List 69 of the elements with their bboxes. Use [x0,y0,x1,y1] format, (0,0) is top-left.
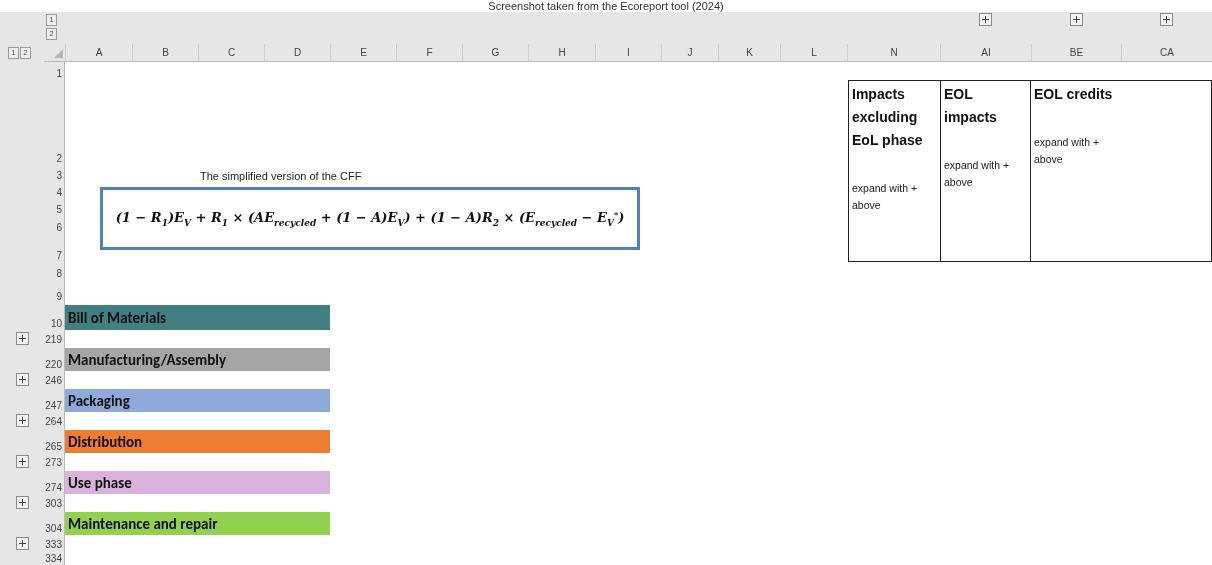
column-header[interactable]: J [661,44,718,62]
row-header[interactable]: 274 [44,469,65,494]
row-header[interactable]: 9 [44,280,65,303]
column-header[interactable]: E [330,44,396,62]
row-header[interactable]: 247 [44,387,65,412]
screenshot-caption: Screenshot taken from the Ecoreport tool (2024) [487,0,725,12]
plus-icon [18,457,26,465]
row-header[interactable]: 333 [44,535,65,551]
row-header[interactable]: 219 [44,330,65,346]
column-title: EOL impacts [944,85,998,127]
row-header[interactable]: 304 [44,510,65,535]
expand-column-group-button[interactable] [1160,13,1173,26]
row-header[interactable]: 3 [44,165,65,182]
row-header[interactable]: 4 [44,182,65,199]
row-header[interactable]: 220 [44,346,65,371]
row-header[interactable]: 246 [44,371,65,387]
column-header[interactable]: H [528,44,595,62]
column-header[interactable]: G [462,44,528,62]
row-header[interactable]: 303 [44,494,65,510]
section-header: Maintenance and repair [65,512,330,535]
row-header[interactable]: 2 [44,80,65,165]
plus-icon [982,16,989,23]
column-header[interactable]: N [847,44,940,62]
column-header[interactable]: AI [940,44,1031,62]
formula-box: (1 − R$_{1}$)E$_{V}$ + R$_{1}$ × (AE$_{recycled}$ + (1 − A)E$_{V}$) + (1 − A)R$_{2}$ × (E$_{recycled}$ − E$_{V}$$^{*}$) [100,187,640,250]
column-header[interactable]: D [264,44,330,62]
plus-icon [18,334,26,342]
column-header[interactable]: C [198,44,264,62]
row-header[interactable]: 265 [44,428,65,453]
hint-text: expand with + above [852,181,919,213]
plus-icon [18,375,26,383]
row-header[interactable]: 264 [44,412,65,428]
row-header[interactable]: 1 [44,62,65,80]
section-header: Manufacturing/Assembly [65,348,330,371]
column-header[interactable]: F [396,44,462,62]
section-header: Use phase [65,471,330,494]
row-header[interactable]: 10 [44,303,65,330]
hint-text: expand with + above [1034,135,1101,167]
column-outline-level-button[interactable]: 1 [46,14,57,26]
row-header[interactable]: 8 [44,262,65,280]
section-header: Distribution [65,430,330,453]
row-header[interactable]: 6 [44,216,65,234]
formula-caption: The simplified version of the CFF [199,169,363,182]
plus-icon [1163,16,1170,23]
column-header[interactable]: L [780,44,847,62]
row-header[interactable]: 5 [44,199,65,216]
column-header[interactable]: B [132,44,198,62]
section-header: Bill of Materials [65,305,330,330]
row-outline-level-button[interactable]: 1 [8,47,19,59]
row-header[interactable]: 273 [44,453,65,469]
section-header: Packaging [65,389,330,412]
column-header[interactable]: I [595,44,661,62]
plus-icon [18,416,26,424]
row-header[interactable]: 334 [44,551,65,565]
row-outline-level-button[interactable]: 2 [20,47,31,59]
column-header[interactable]: CA [1121,44,1212,62]
column-outline-level-button[interactable]: 2 [46,28,57,40]
plus-icon [1072,16,1080,23]
column-header[interactable]: K [718,44,780,62]
plus-icon [18,539,26,547]
column-header[interactable]: BE [1031,44,1121,62]
row-header[interactable]: 7 [44,234,65,262]
expand-column-group-button[interactable] [979,13,992,26]
hint-text: expand with + above [944,158,1011,190]
column-header[interactable]: A [65,44,132,62]
column-title: Impacts excluding EoL phase [852,85,924,150]
expand-column-group-button[interactable] [1069,13,1083,26]
column-title: EOL credits [1034,85,1114,104]
plus-icon [18,498,26,506]
